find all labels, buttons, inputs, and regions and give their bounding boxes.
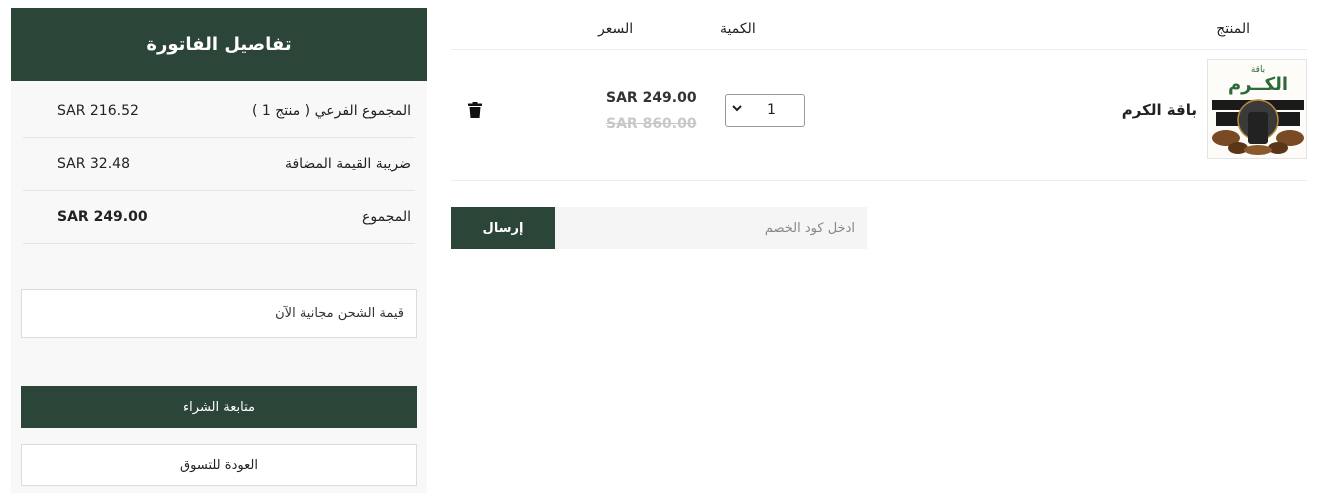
product-old-price: SAR 860.00 (606, 116, 697, 132)
quantity-select[interactable]: 1 (725, 94, 805, 127)
image-title-big: الكــرم (1228, 74, 1288, 95)
trash-icon[interactable] (468, 102, 482, 118)
total-label: المجموع (362, 209, 411, 225)
product-name[interactable]: باقة الكرم (1122, 101, 1197, 119)
total-value: SAR 249.00 (57, 209, 148, 225)
header-product: المنتج (1216, 21, 1250, 37)
cart-row: باقة الكــرم باقة الكرم 1 SAR 249.00 SAR… (451, 50, 1307, 181)
coupon-input[interactable] (555, 207, 867, 249)
invoice-summary-panel: تفاصيل الفاتورة المجموع الفرعي ( منتج 1 … (11, 8, 427, 493)
subtotal-value: SAR 216.52 (57, 103, 139, 119)
header-quantity: الكمية (720, 21, 756, 37)
vat-value: SAR 32.48 (57, 156, 130, 172)
shipping-note: قيمة الشحن مجانية الآن (21, 289, 417, 338)
subtotal-label: المجموع الفرعي ( منتج 1 ) (251, 103, 411, 119)
product-image[interactable]: باقة الكــرم (1207, 59, 1307, 159)
product-price: SAR 249.00 (606, 90, 697, 106)
subtotal-row: المجموع الفرعي ( منتج 1 ) SAR 216.52 (23, 85, 415, 138)
continue-shopping-button[interactable]: العودة للتسوق (21, 444, 417, 486)
header-price: السعر (598, 21, 634, 37)
checkout-button[interactable]: متابعة الشراء (21, 386, 417, 428)
chevron-down-icon (732, 103, 742, 116)
coupon-submit-button[interactable]: إرسال (451, 207, 555, 249)
product-package-image: باقة الكــرم (1208, 60, 1306, 158)
vat-row: ضريبة القيمة المضافة SAR 32.48 (23, 138, 415, 191)
total-row: المجموع SAR 249.00 (23, 191, 415, 244)
quantity-value: 1 (767, 102, 776, 118)
summary-title: تفاصيل الفاتورة (11, 8, 427, 81)
coupon-form: إرسال (451, 207, 867, 249)
vat-label: ضريبة القيمة المضافة (284, 156, 411, 172)
cart-table-header: المنتج الكمية السعر (451, 8, 1307, 50)
